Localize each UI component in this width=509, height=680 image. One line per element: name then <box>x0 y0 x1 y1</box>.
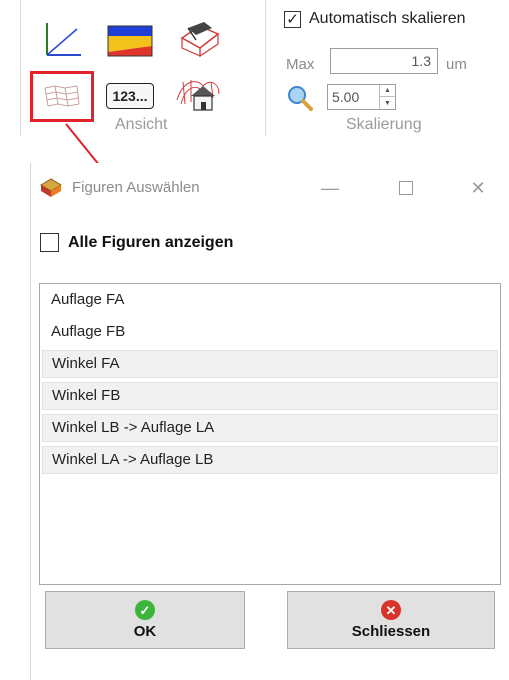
figures-listbox[interactable]: Auflage FA Auflage FB Winkel FA Winkel F… <box>39 283 501 585</box>
dialog-titlebar[interactable]: Figuren Auswählen — ✕ <box>31 163 509 209</box>
close-icon: ✕ <box>381 600 401 620</box>
figure-select-dialog: Figuren Auswählen — ✕ Alle Figuren anzei… <box>30 163 509 680</box>
show-all-label: Alle Figuren anzeigen <box>68 233 234 251</box>
dialog-title: Figuren Auswählen <box>72 179 200 196</box>
list-item[interactable]: Winkel FB <box>42 382 498 410</box>
maximize-button[interactable] <box>383 173 429 203</box>
close-window-button[interactable]: ✕ <box>455 173 501 203</box>
ok-button[interactable]: ✓ OK <box>45 591 245 649</box>
ok-label: OK <box>133 623 157 640</box>
app-icon <box>40 178 62 197</box>
list-item[interactable]: Winkel LB -> Auflage LA <box>42 414 498 442</box>
list-item[interactable]: Auflage FA <box>42 286 498 314</box>
list-item[interactable]: Winkel LA -> Auflage LB <box>42 446 498 474</box>
close-button[interactable]: ✕ Schliessen <box>287 591 495 649</box>
minimize-icon: — <box>321 177 339 198</box>
show-all-checkbox[interactable]: Alle Figuren anzeigen <box>40 233 233 252</box>
maximize-icon <box>399 181 413 195</box>
close-label: Schliessen <box>351 623 431 640</box>
minimize-button[interactable]: — <box>307 173 353 203</box>
checkbox-box <box>40 233 59 252</box>
list-item[interactable]: Winkel FA <box>42 350 498 378</box>
checkmark-icon: ✓ <box>135 600 155 620</box>
list-item[interactable]: Auflage FB <box>42 318 498 346</box>
close-icon: ✕ <box>470 177 486 198</box>
